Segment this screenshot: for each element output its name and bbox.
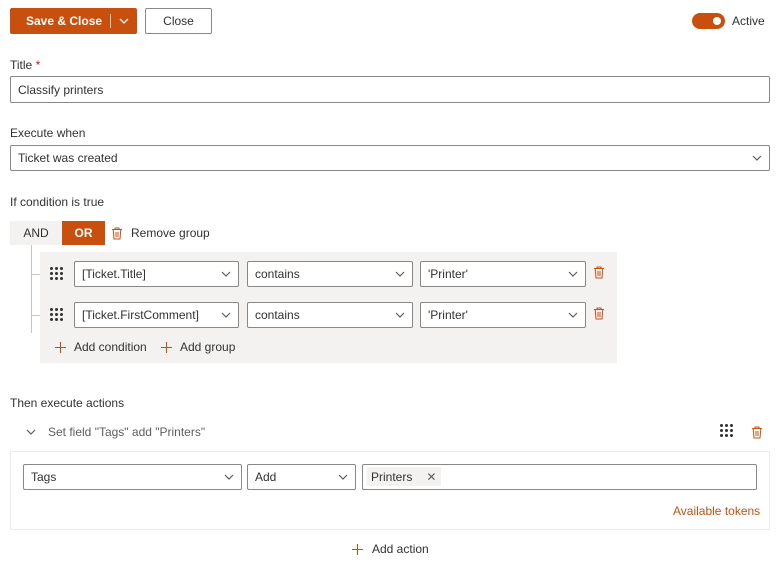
plus-icon bbox=[161, 341, 172, 353]
save-close-button[interactable]: Save & Close bbox=[10, 8, 137, 34]
condition-operator-value: contains bbox=[255, 308, 300, 322]
action-summary-text: Set field "Tags" add "Printers" bbox=[48, 425, 206, 439]
execute-when-select[interactable]: Ticket was created bbox=[10, 145, 770, 171]
chevron-down-icon bbox=[26, 429, 36, 435]
action-operation-value: Add bbox=[255, 470, 277, 484]
action-editor bbox=[10, 451, 770, 530]
chevron-down-icon[interactable] bbox=[111, 18, 137, 24]
condition-value-select[interactable]: 'Printer' bbox=[420, 261, 586, 287]
tag-chip-label: Printers bbox=[371, 469, 413, 484]
action-summary-toggle[interactable]: Set field "Tags" add "Printers" bbox=[26, 425, 205, 439]
action-operation-select[interactable]: Add bbox=[247, 464, 356, 490]
save-close-label: Save & Close bbox=[26, 14, 103, 28]
condition-operator-value: contains bbox=[255, 267, 300, 281]
close-button[interactable]: Close bbox=[145, 8, 212, 34]
active-toggle[interactable] bbox=[692, 13, 725, 29]
add-group-button[interactable]: Add group bbox=[161, 340, 235, 354]
drag-handle-icon[interactable] bbox=[720, 424, 733, 437]
action-field-value: Tags bbox=[31, 470, 57, 484]
condition-label: If condition is true bbox=[10, 195, 105, 209]
condition-operator-select[interactable]: contains bbox=[247, 261, 413, 287]
remove-group-button[interactable]: Remove group bbox=[111, 226, 210, 240]
delete-action-icon[interactable] bbox=[751, 426, 763, 439]
tag-chip: Printers ✕ bbox=[367, 467, 441, 486]
condition-field-value: [Ticket.FirstComment] bbox=[82, 308, 199, 322]
condition-value-select[interactable]: 'Printer' bbox=[420, 302, 586, 328]
chevron-down-icon bbox=[217, 474, 241, 480]
available-tokens-link[interactable]: Available tokens bbox=[673, 504, 760, 518]
add-group-label: Add group bbox=[180, 340, 236, 354]
actions-label: Then execute actions bbox=[10, 396, 125, 410]
condition-value-text: 'Printer' bbox=[428, 267, 468, 281]
remove-tag-icon[interactable]: ✕ bbox=[426, 470, 436, 484]
trash-icon bbox=[111, 227, 123, 240]
remove-group-label: Remove group bbox=[131, 226, 210, 240]
execute-when-value: Ticket was created bbox=[18, 151, 118, 165]
tree-connector bbox=[31, 245, 32, 333]
or-button[interactable]: OR bbox=[62, 221, 105, 245]
tree-connector bbox=[31, 315, 40, 316]
condition-field-select[interactable]: [Ticket.Title] bbox=[74, 261, 239, 287]
title-input[interactable]: Classify printers bbox=[10, 76, 770, 103]
add-action-label: Add action bbox=[372, 542, 429, 556]
chevron-down-icon bbox=[214, 271, 238, 277]
toggle-knob bbox=[713, 17, 721, 25]
tree-connector bbox=[31, 274, 40, 275]
drag-handle-icon[interactable] bbox=[50, 267, 63, 280]
and-button[interactable]: AND bbox=[10, 221, 62, 245]
chevron-down-icon bbox=[214, 312, 238, 318]
condition-operator-select[interactable]: contains bbox=[247, 302, 413, 328]
required-marker: * bbox=[35, 58, 41, 72]
chevron-down-icon bbox=[745, 155, 769, 161]
action-field-select[interactable]: Tags bbox=[23, 464, 242, 490]
condition-field-value: [Ticket.Title] bbox=[82, 267, 146, 281]
title-input-value: Classify printers bbox=[18, 82, 104, 97]
drag-handle-icon[interactable] bbox=[50, 308, 63, 321]
chevron-down-icon bbox=[331, 474, 355, 480]
chevron-down-icon bbox=[561, 271, 585, 277]
plus-icon bbox=[352, 543, 363, 555]
add-condition-button[interactable]: Add condition bbox=[55, 340, 147, 354]
condition-value-text: 'Printer' bbox=[428, 308, 468, 322]
title-label-text: Title bbox=[10, 58, 33, 72]
chevron-down-icon bbox=[388, 271, 412, 277]
add-action-button[interactable]: Add action bbox=[352, 542, 429, 556]
active-label: Active bbox=[732, 14, 765, 28]
delete-condition-icon[interactable] bbox=[593, 307, 605, 320]
condition-field-select[interactable]: [Ticket.FirstComment] bbox=[74, 302, 239, 328]
title-label: Title * bbox=[10, 58, 40, 72]
chevron-down-icon bbox=[561, 312, 585, 318]
execute-when-label: Execute when bbox=[10, 126, 86, 140]
delete-condition-icon[interactable] bbox=[593, 266, 605, 279]
chevron-down-icon bbox=[388, 312, 412, 318]
plus-icon bbox=[55, 341, 66, 353]
add-condition-label: Add condition bbox=[74, 340, 147, 354]
